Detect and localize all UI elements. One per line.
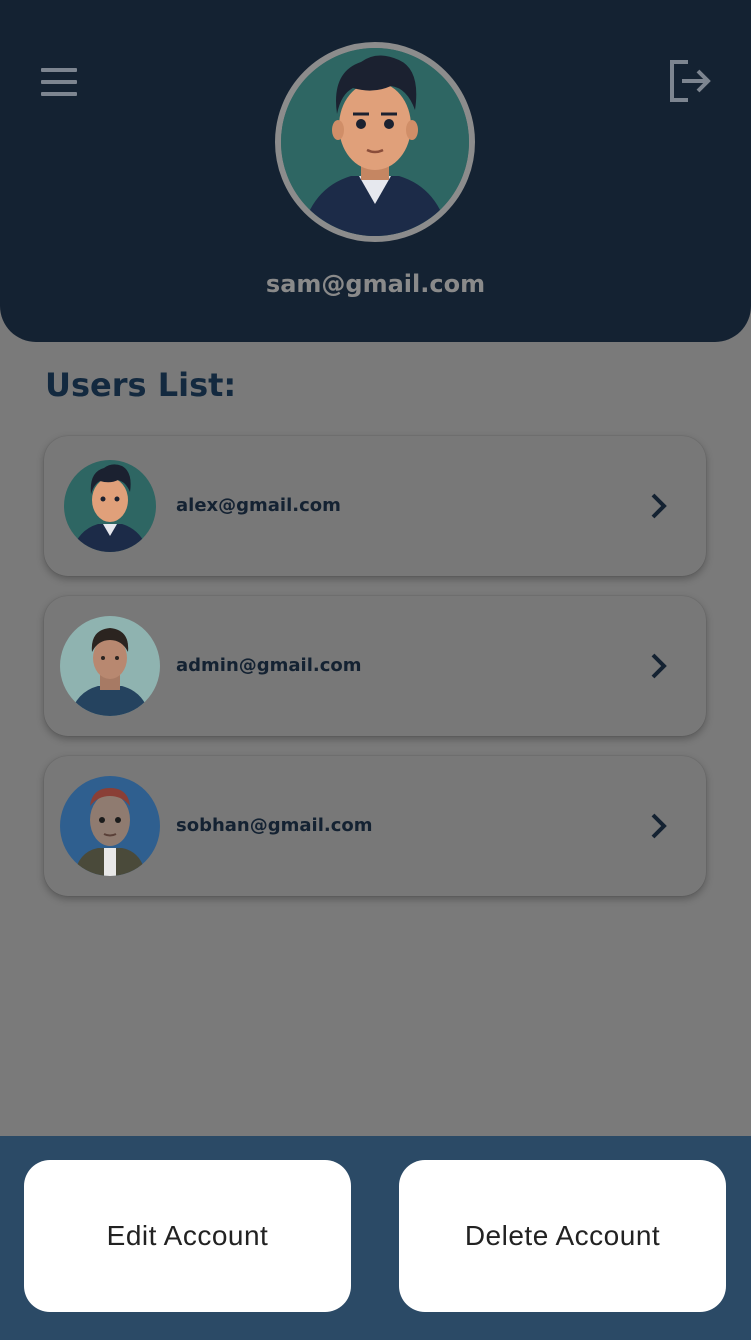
user-email: admin@gmail.com: [176, 655, 362, 676]
3d-character-avatar-icon: [60, 776, 160, 876]
users-list-title: Users List:: [45, 366, 237, 404]
profile-header: sam@gmail.com: [0, 0, 751, 342]
hamburger-menu-line: [41, 92, 77, 96]
user-avatar: [64, 460, 156, 552]
edit-account-button[interactable]: Edit Account: [24, 1160, 351, 1312]
hamburger-menu-line: [41, 80, 77, 84]
hamburger-menu-icon: [41, 68, 77, 72]
user-avatar: [60, 616, 160, 716]
user-avatar: [60, 776, 160, 876]
user-list-item[interactable]: admin@gmail.com: [44, 596, 706, 736]
chevron-right-icon: [651, 813, 667, 839]
chevron-right-icon: [651, 493, 667, 519]
menu-button[interactable]: [38, 66, 82, 98]
profile-email: sam@gmail.com: [265, 270, 486, 298]
logout-icon[interactable]: [664, 58, 714, 104]
user-email: alex@gmail.com: [176, 495, 341, 516]
user-email: sobhan@gmail.com: [176, 815, 373, 836]
cartoon-man-avatar-icon: [64, 460, 156, 552]
user-list-item[interactable]: sobhan@gmail.com: [44, 756, 706, 896]
user-list-item[interactable]: alex@gmail.com: [44, 436, 706, 576]
delete-account-button[interactable]: Delete Account: [399, 1160, 726, 1312]
cartoon-man-avatar-icon: [281, 48, 469, 236]
profile-avatar: [275, 42, 475, 242]
man-photo-avatar-icon: [60, 616, 160, 716]
chevron-right-icon: [651, 653, 667, 679]
